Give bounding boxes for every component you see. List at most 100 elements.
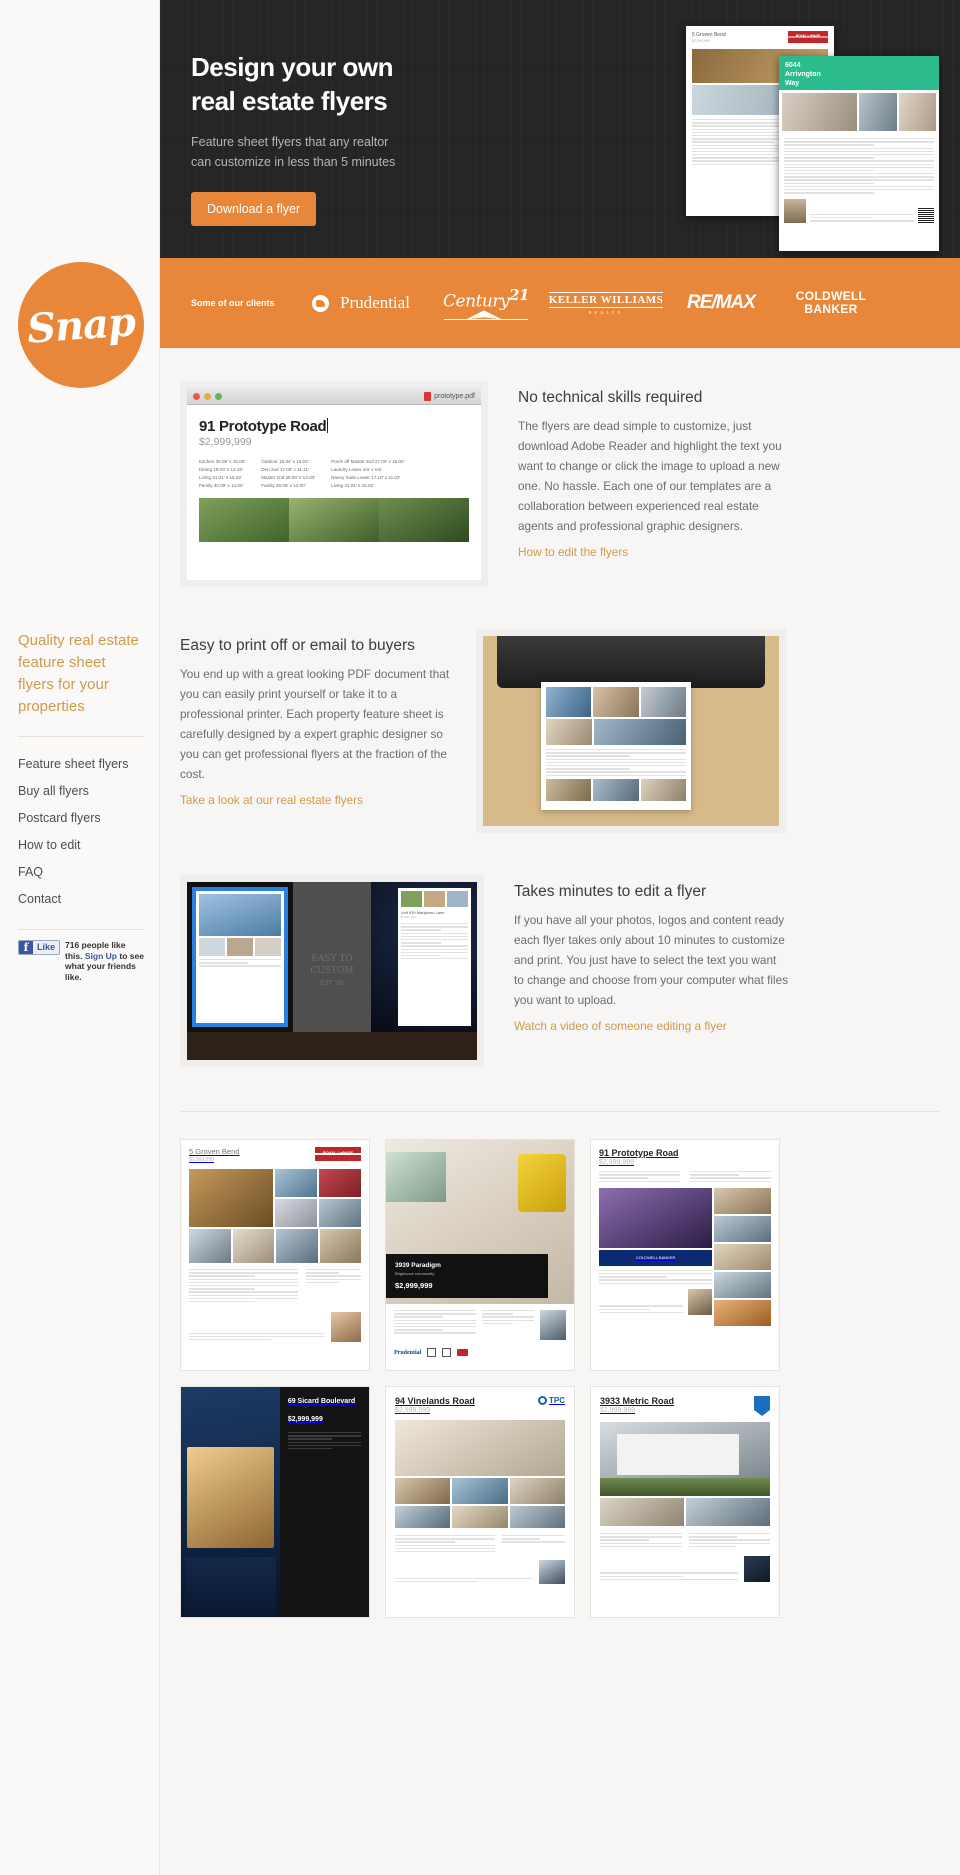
hero-flyer-front-header: 6044 Arrivngton Way xyxy=(779,56,939,90)
monitors-screenshot[interactable]: EASY TO CUSTOM EST '06 Unit 939 Marlybor… xyxy=(180,875,484,1067)
hero-copy: Design your own real estate flyers Featu… xyxy=(191,50,521,226)
pdf-doc-title: 91 Prototype Road xyxy=(199,418,469,435)
hero-banner: Design your own real estate flyers Featu… xyxy=(160,0,960,258)
facebook-signup-link[interactable]: Sign Up xyxy=(85,951,117,961)
qr-code-icon xyxy=(918,207,934,224)
agent-avatar xyxy=(539,1560,565,1585)
flyer-card-69-sicard-boulevard[interactable]: 69 Sicard Boulevard $2,999,999 xyxy=(180,1386,370,1618)
printer-body xyxy=(497,636,765,688)
pdf-doc-photos xyxy=(199,498,469,542)
flyer-card-title: 5 Groven Bend xyxy=(189,1147,240,1156)
flyer-card-3939-paradigm[interactable]: 3939 Paradigm Brightcove community $2,99… xyxy=(385,1139,575,1371)
flyer-card-price: $2,999,999 xyxy=(287,1416,323,1423)
hero-flyer-preview: 5 Groven Bend $2,999,999 604 xyxy=(686,26,939,251)
printer-screenshot[interactable] xyxy=(476,629,786,833)
desk-surface xyxy=(187,1032,477,1060)
browser-screenshot[interactable]: prototype.pdf 91 Prototype Road $2,999,9… xyxy=(180,381,488,587)
sidebar-item-how-to-edit[interactable]: How to edit xyxy=(18,832,144,859)
flyer-card-94-vinelands-road[interactable]: 94 Vinelands Road $2,999,999 TPC xyxy=(385,1386,575,1618)
section-1-body: The flyers are dead simple to customize,… xyxy=(518,419,782,533)
section-1-copy: No technical skills required The flyers … xyxy=(518,381,793,587)
flyer-card-91-prototype-road[interactable]: 91 Prototype Road $2,999,999 COLDWELL BA… xyxy=(590,1139,780,1371)
flyer-card-5-groven-bend[interactable]: 5 Groven Bend $2,999,999 ROYAL LePAGE xyxy=(180,1139,370,1371)
coldwell-banker-line-2: BANKER xyxy=(804,302,858,316)
pdf-doc-price: $2,999,999 xyxy=(199,436,252,448)
mls-icon xyxy=(457,1349,469,1356)
maximize-icon[interactable] xyxy=(215,392,222,400)
realtor-icon xyxy=(427,1348,437,1357)
sidebar-item-feature-sheet-flyers[interactable]: Feature sheet flyers xyxy=(18,751,144,778)
spec-item: Family 30.09' x 14.00' xyxy=(199,483,244,488)
window-controls[interactable] xyxy=(193,392,222,400)
facebook-divider xyxy=(18,929,144,930)
section-easy-to-print: Easy to print off or email to buyers You… xyxy=(160,629,960,833)
section-2-body: You end up with a great looking PDF docu… xyxy=(180,667,450,781)
specs-column-1: Kitchen 30.05' x 15.00' Dining 18.03' x … xyxy=(199,458,245,490)
flyer-card-title: 91 Prototype Road xyxy=(599,1148,679,1158)
flyer-card-logo-text: ROYAL LePAGE xyxy=(322,1150,354,1156)
site-logo[interactable]: Snap xyxy=(18,262,144,388)
sidebar-item-faq[interactable]: FAQ xyxy=(18,859,144,886)
pdf-doc-specs: Kitchen 30.05' x 15.00' Dining 18.03' x … xyxy=(199,458,469,490)
hero-subtitle-line-2: can customize in less than 5 minutes xyxy=(191,155,396,169)
pdf-doc-title-text: 91 Prototype Road xyxy=(199,418,327,435)
watch-video-link[interactable]: Watch a video of someone editing a flyer xyxy=(514,1019,727,1033)
royal-lepage-logo-icon xyxy=(788,31,828,43)
flyer-card-title: 3933 Metric Road xyxy=(600,1396,675,1406)
century21-roof-icon xyxy=(444,311,528,321)
agent-avatar xyxy=(744,1555,770,1582)
minimize-icon[interactable] xyxy=(204,392,211,400)
hero-subtitle: Feature sheet flyers that any realtor ca… xyxy=(191,132,521,172)
close-icon[interactable] xyxy=(193,392,200,400)
spec-item: Master 2nd 26.00' x 14.03' xyxy=(261,475,316,480)
spec-item: Outdoor 15.04' x 15.02' xyxy=(261,459,309,464)
printed-flyer-photos-mid xyxy=(546,719,686,745)
how-to-edit-link[interactable]: How to edit the flyers xyxy=(518,545,628,559)
facebook-like-button[interactable]: f Like xyxy=(18,940,61,955)
sidebar-item-buy-all-flyers[interactable]: Buy all flyers xyxy=(18,778,144,805)
flyer-card-caption: 3939 Paradigm Brightcove community $2,99… xyxy=(386,1254,548,1298)
tpc-logo-icon: TPC xyxy=(538,1396,565,1405)
sidebar-headline: Quality real estate feature sheet flyers… xyxy=(18,632,139,715)
flyer-card-title: 94 Vinelands Road xyxy=(395,1396,475,1406)
agent-avatar xyxy=(688,1288,713,1315)
specs-column-3: Porch off Master 2nd 27.00' x 15.00' Lau… xyxy=(331,458,404,490)
coldwell-banker-logo-icon: COLDWELL BANKER xyxy=(599,1249,713,1266)
section-3-heading: Takes minutes to edit a flyer xyxy=(514,883,707,900)
facebook-logo-icon: f xyxy=(19,941,33,954)
monitor-left xyxy=(187,882,293,1032)
hero-flyer-front-footer xyxy=(779,199,939,224)
browser-filename: prototype.pdf xyxy=(424,391,475,401)
section-1-heading: No technical skills required xyxy=(518,389,703,406)
flyer-card-title: 3939 Paradigm xyxy=(395,1262,441,1269)
agent-photo xyxy=(784,199,806,224)
printed-flyer xyxy=(541,682,691,810)
century21-word: Century xyxy=(443,291,510,312)
sidebar-item-postcard-flyers[interactable]: Postcard flyers xyxy=(18,805,144,832)
hero-title-line-1: Design your own xyxy=(191,52,393,82)
printed-flyer-photos-top xyxy=(546,687,686,717)
flyer-card-price: $2,999,999 xyxy=(189,1157,215,1163)
flyer-card-logo-text: COLDWELL BANKER xyxy=(635,1255,676,1261)
keller-williams-logo-text: KELLER WILLIAMS xyxy=(548,291,664,308)
royal-lepage-logo-icon: ROYAL LePAGE xyxy=(315,1147,361,1161)
shield-logo-icon xyxy=(754,1396,770,1416)
hero-flyer-front[interactable]: 6044 Arrivngton Way xyxy=(779,56,939,251)
pdf-file-icon xyxy=(424,391,432,401)
prudential-logo-text: Prudential xyxy=(340,293,410,312)
printer-image xyxy=(483,636,779,826)
flyer-card-3933-metric-road[interactable]: 3933 Metric Road $2,999,999 xyxy=(590,1386,780,1618)
sidebar-item-contact[interactable]: Contact xyxy=(18,886,144,913)
flyer-gallery: 5 Groven Bend $2,999,999 ROYAL LePAGE 39… xyxy=(160,1112,960,1638)
facebook-like-widget: f Like 716 people like this. Sign Up to … xyxy=(18,940,144,982)
spec-item: Kitchen 30.05' x 15.00' xyxy=(199,459,246,464)
agent-avatar xyxy=(540,1310,566,1340)
pdf-document-body: 91 Prototype Road $2,999,999 Kitchen 30.… xyxy=(187,405,481,555)
section-2-heading: Easy to print off or email to buyers xyxy=(180,637,415,654)
hero-flyer-front-text xyxy=(779,134,939,199)
download-flyer-button[interactable]: Download a flyer xyxy=(191,192,317,226)
printed-flyer-photos-bottom xyxy=(546,778,686,801)
view-flyers-link[interactable]: Take a look at our real estate flyers xyxy=(180,793,363,807)
century21-logo: Century21 xyxy=(426,286,546,321)
monitor-left-screen xyxy=(192,887,288,1027)
